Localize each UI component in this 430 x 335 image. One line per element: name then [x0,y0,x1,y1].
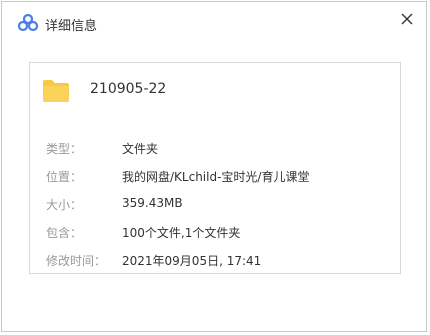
detail-label: 类型： [46,142,83,156]
title-bar: 详细信息 [2,2,426,42]
detail-value: 文件夹 [122,142,159,156]
detail-label: 修改时间： [46,254,107,268]
details-panel: 210905-22 类型： 文件夹 位置： 我的网盘/KLchild-宝时光/育… [29,62,401,274]
detail-label: 大小： [46,198,83,212]
close-icon[interactable] [399,11,415,27]
details-dialog: 详细信息 210905-22 类型： 文件夹 位置： 我的网盘/KLchild-… [1,1,427,332]
file-name: 210905-22 [90,81,167,97]
detail-value: 2021年09月05日, 17:41 [122,254,262,268]
detail-value: 100个文件,1个文件夹 [122,226,241,240]
detail-label: 包含： [46,226,83,240]
cloud-logo-icon [17,13,39,32]
dialog-title: 详细信息 [45,19,98,34]
detail-value: 359.43MB [122,196,183,210]
close-button[interactable] [399,11,415,27]
detail-label: 位置： [46,170,83,184]
folder-icon [42,79,70,103]
detail-value: 我的网盘/KLchild-宝时光/育儿课堂 [122,170,310,184]
